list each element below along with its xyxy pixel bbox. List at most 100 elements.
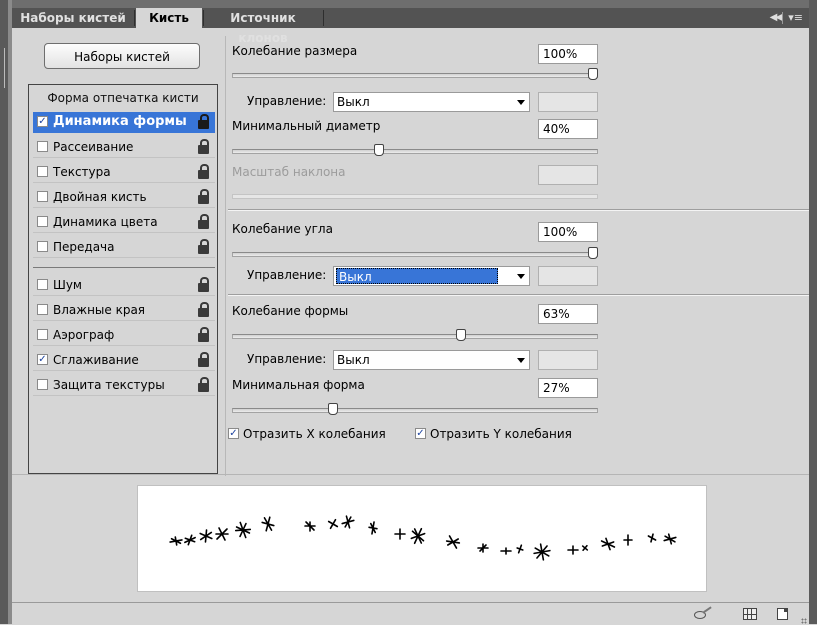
window-notch [4,48,11,88]
brush-stroke-preview [137,485,707,592]
toggle-brush-preview-icon[interactable] [694,608,708,620]
collapse-icon[interactable]: ◀◀ [770,8,783,28]
list-item-label: Текстура [53,165,111,179]
list-item-texture[interactable]: Текстура [33,162,215,183]
checkbox[interactable]: ✓ [228,428,239,439]
select-value: Выкл [337,353,370,367]
angle-control-select[interactable]: Выкл [333,266,530,286]
angle-control-extra-input [538,266,598,286]
checkbox-wet-edges[interactable] [37,304,48,315]
tilt-scale-input [538,165,598,185]
min-diameter-slider-handle[interactable] [374,144,385,156]
checkbox-scattering[interactable] [37,141,48,152]
chevron-down-icon [517,274,525,279]
lock-icon[interactable] [197,164,211,180]
angle-control-label: Управление: [247,268,327,282]
list-item-color-dynamics[interactable]: Динамика цвета [33,212,215,233]
checkbox-protect-texture[interactable] [37,379,48,390]
min-diameter-label: Минимальный диаметр [232,119,381,133]
min-diameter-input[interactable]: 40% [538,119,598,139]
tab-brush[interactable]: Кисть [136,8,202,28]
checkbox-noise[interactable] [37,279,48,290]
checkbox-color-dynamics[interactable] [37,216,48,227]
brush-tip-shape-header[interactable]: Форма отпечатка кисти [29,91,217,105]
roundness-jitter-slider[interactable] [232,334,598,339]
roundness-control-select[interactable]: Выкл [333,350,530,370]
list-item-airbrush[interactable]: Аэрограф [33,325,215,346]
checkbox-shape-dynamics[interactable]: ✓ [37,116,48,127]
lock-icon[interactable] [197,302,211,318]
list-divider [33,267,215,268]
panel-menu-icon[interactable]: ▾≡ [782,8,803,28]
brush-presets-button[interactable]: Наборы кистей [44,43,200,69]
list-item-label: Влажные края [53,303,146,317]
tab-divider [323,10,324,26]
list-item-label: Шум [53,278,82,292]
list-item-label: Динамика формы [53,114,187,129]
resize-grip-icon[interactable] [801,618,807,624]
select-value: Выкл [337,95,370,109]
list-item-shape-dynamics[interactable]: ✓ Динамика формы [33,112,215,133]
checkbox[interactable]: ✓ [415,428,426,439]
checkbox-dual-brush[interactable] [37,191,48,202]
panel-tab-bar: Наборы кистей Кисть Источник клонов ◀◀ ▾… [12,8,809,45]
checkbox-airbrush[interactable] [37,329,48,340]
min-roundness-slider[interactable] [232,408,598,413]
tilt-scale-label: Масштаб наклона [232,165,346,179]
roundness-jitter-slider-handle[interactable] [456,329,467,341]
tab-clone-source[interactable]: Источник клонов [204,8,322,45]
list-item-noise[interactable]: Шум [33,275,215,296]
list-item-label: Двойная кисть [53,190,147,204]
list-item-protect-texture[interactable]: Защита текстуры [33,375,215,396]
checkbox-transfer[interactable] [37,241,48,252]
panel-footer [12,602,809,625]
preview-divider [12,474,809,475]
tab-divider [134,10,135,26]
min-roundness-input[interactable]: 27% [538,378,598,398]
section-divider-highlight [228,295,809,296]
angle-jitter-label: Колебание угла [232,222,333,236]
chevron-down-icon [517,358,525,363]
lock-icon[interactable] [197,214,211,230]
size-jitter-slider[interactable] [232,73,598,78]
list-item-smoothing[interactable]: ✓ Сглаживание [33,350,215,371]
list-item-transfer[interactable]: Передача [33,237,215,258]
list-item-label: Рассеивание [53,140,134,154]
size-jitter-slider-handle[interactable] [588,68,598,80]
size-control-label: Управление: [247,94,327,108]
roundness-control-extra-input [538,350,598,370]
angle-jitter-slider-handle[interactable] [588,247,598,259]
brush-grid-icon[interactable] [743,608,757,620]
flip-x-jitter-label: Отразить X колебания [243,427,386,441]
window-edge-top [12,0,817,8]
lock-icon[interactable] [197,327,211,343]
lock-icon[interactable] [197,277,211,293]
lock-icon[interactable] [197,377,211,393]
min-diameter-slider[interactable] [232,149,598,154]
list-item-dual-brush[interactable]: Двойная кисть [33,187,215,208]
size-jitter-input[interactable]: 100% [538,44,598,64]
checkbox-texture[interactable] [37,166,48,177]
window-edge-left [0,0,12,624]
lock-icon[interactable] [197,352,211,368]
new-brush-icon[interactable] [777,608,788,620]
min-roundness-slider-handle[interactable] [328,403,339,415]
lock-icon[interactable] [197,239,211,255]
tab-brush-presets[interactable]: Наборы кистей [12,8,134,28]
checkbox-smoothing[interactable]: ✓ [37,354,48,365]
size-control-select[interactable]: Выкл [333,92,530,112]
angle-jitter-input[interactable]: 100% [538,222,598,242]
lock-icon[interactable] [197,114,211,130]
chevron-down-icon [517,100,525,105]
lock-icon[interactable] [197,139,211,155]
list-item-scattering[interactable]: Рассеивание [33,137,215,158]
select-value: Выкл [336,268,498,284]
list-item-wet-edges[interactable]: Влажные края [33,300,215,321]
roundness-jitter-input[interactable]: 63% [538,304,598,324]
angle-jitter-slider[interactable] [232,252,598,257]
roundness-jitter-label: Колебание формы [232,304,349,318]
min-roundness-label: Минимальная форма [232,378,365,392]
list-item-label: Сглаживание [53,353,139,367]
stroke-preview-image [169,515,677,561]
lock-icon[interactable] [197,189,211,205]
